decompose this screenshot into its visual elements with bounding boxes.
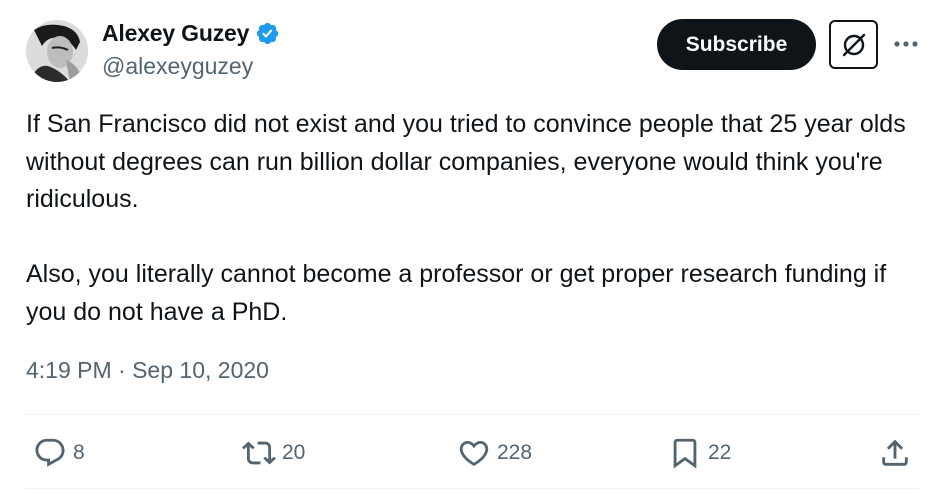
grok-icon	[842, 33, 865, 56]
divider	[26, 414, 919, 415]
repost-count: 20	[282, 441, 306, 464]
bookmark-count: 22	[708, 441, 732, 464]
reply-count: 8	[73, 441, 85, 464]
more-icon	[894, 41, 918, 47]
share-button[interactable]	[878, 435, 912, 471]
grok-button[interactable]	[829, 20, 878, 69]
author-display-name[interactable]: Alexey Guzey	[102, 20, 249, 47]
reply-icon	[35, 438, 65, 467]
divider	[26, 488, 919, 489]
subscribe-button[interactable]: Subscribe	[657, 19, 816, 70]
repost-button[interactable]: 20	[242, 435, 305, 471]
avatar[interactable]	[26, 20, 88, 82]
verified-badge-icon	[257, 22, 279, 45]
heart-icon	[459, 440, 489, 466]
tweet-text: If San Francisco did not exist and you t…	[26, 110, 906, 326]
bookmark-button[interactable]: 22	[668, 435, 731, 471]
tweet-timestamp[interactable]: 4:19 PM · Sep 10, 2020	[26, 357, 269, 384]
like-button[interactable]: 228	[457, 435, 532, 471]
reply-button[interactable]: 8	[33, 435, 85, 471]
author-handle[interactable]: @alexeyguzey	[102, 53, 253, 80]
bookmark-icon	[673, 438, 697, 469]
like-count: 228	[497, 441, 533, 464]
author-name-row[interactable]: Alexey Guzey	[102, 20, 280, 47]
share-icon	[882, 439, 908, 466]
more-options-button[interactable]	[893, 31, 919, 57]
avatar-photo	[26, 20, 88, 82]
repost-icon	[242, 441, 276, 465]
